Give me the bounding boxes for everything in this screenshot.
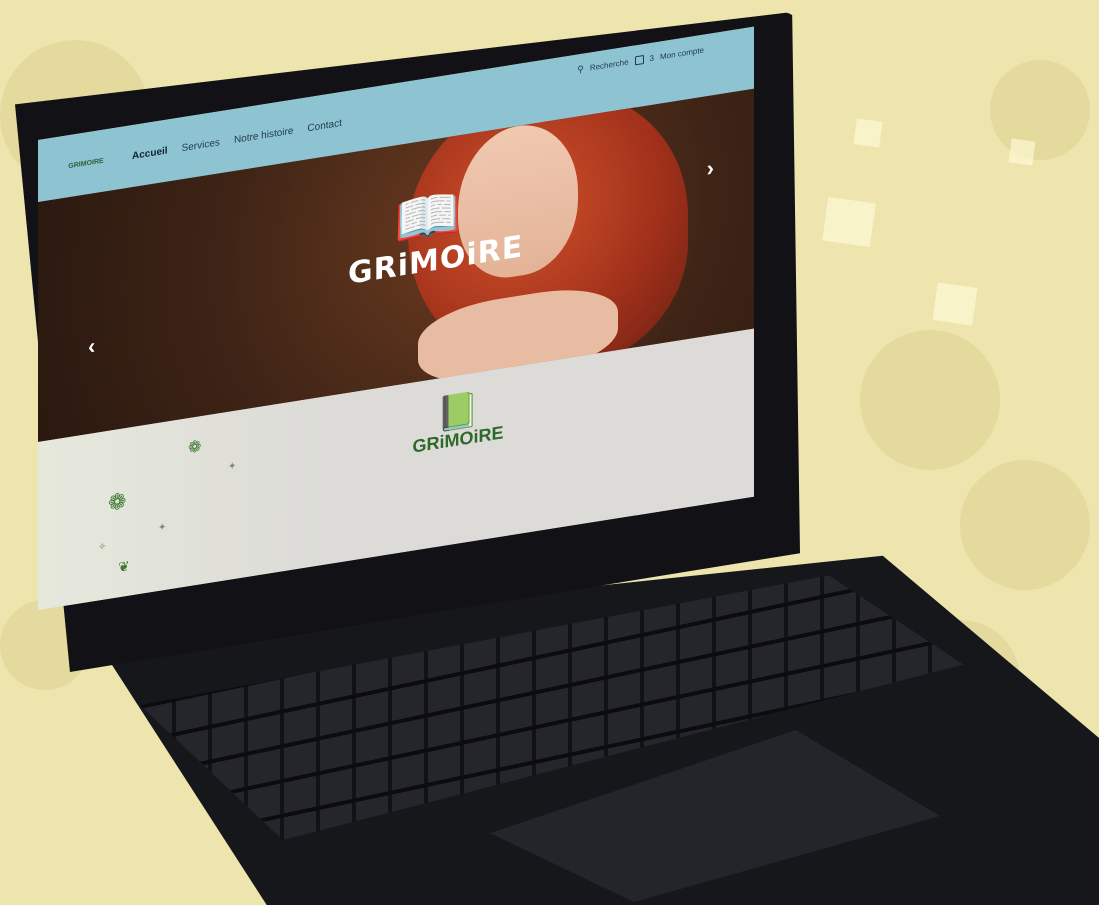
background-square <box>822 196 876 248</box>
site-logo-text: GRIMOIRE <box>68 157 104 170</box>
search-link[interactable]: Recherche <box>590 57 629 72</box>
cart-icon[interactable] <box>634 55 644 66</box>
main-nav: Accueil Services Notre histoire Contact <box>132 117 342 161</box>
nav-link-notre-histoire[interactable]: Notre histoire <box>234 125 293 145</box>
butterfly-icon: ❁ <box>108 487 127 516</box>
butterfly-icon: ❁ <box>188 438 202 458</box>
background-circle <box>860 330 1000 470</box>
cart-count: 3 <box>649 53 654 64</box>
sparkle-icon: ✧ <box>98 541 107 554</box>
chevron-left-icon[interactable]: ‹ <box>88 333 95 360</box>
sparkle-icon: ✦ <box>228 460 237 473</box>
chevron-right-icon[interactable]: › <box>707 155 714 182</box>
account-link[interactable]: Mon compte <box>660 46 704 62</box>
nav-link-services[interactable]: Services <box>182 137 220 154</box>
search-icon[interactable]: ⚲ <box>577 64 584 76</box>
leaf-icon: ❦ <box>118 557 130 576</box>
background-circle <box>960 460 1090 590</box>
background-square <box>1008 138 1036 166</box>
section-logo: 📗 GRiMOiRE <box>398 386 518 460</box>
background-square <box>853 118 883 148</box>
background-square <box>932 282 978 326</box>
site-logo[interactable]: GRIMOIRE <box>66 140 106 186</box>
nav-link-contact[interactable]: Contact <box>307 117 341 133</box>
background-circle <box>990 60 1090 160</box>
nav-link-accueil[interactable]: Accueil <box>132 145 168 162</box>
sparkle-icon: ✦ <box>158 521 167 534</box>
